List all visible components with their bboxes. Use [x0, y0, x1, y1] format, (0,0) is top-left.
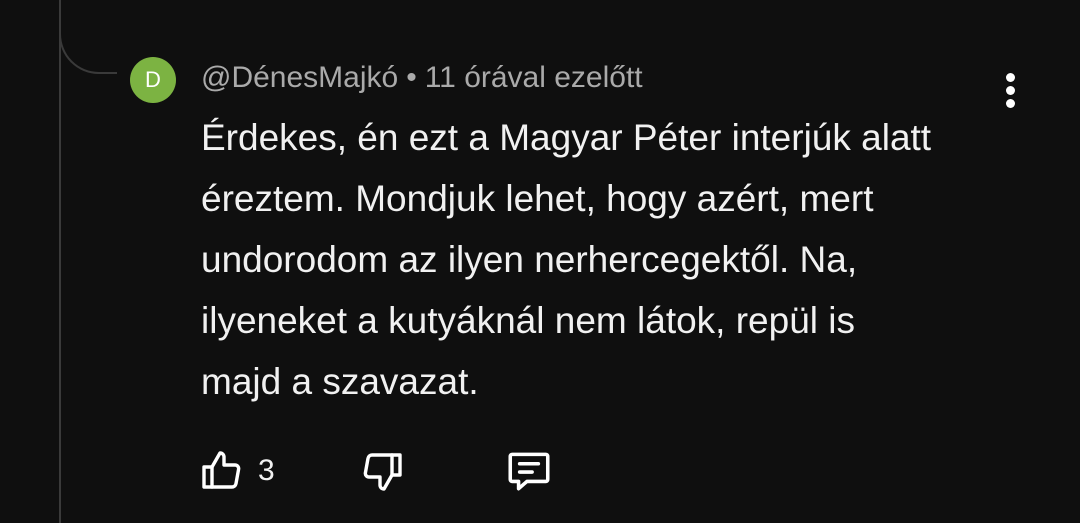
thread-line [59, 0, 61, 523]
comment-line: ilyeneket a kutyáknál nem látok, repül i… [201, 300, 856, 341]
like-count: 3 [258, 454, 275, 487]
like-button[interactable]: 3 [198, 443, 275, 499]
more-vertical-icon [1006, 73, 1015, 82]
thumbs-down-icon [358, 447, 406, 495]
more-options-button[interactable] [996, 70, 1028, 110]
thread-connector [59, 0, 117, 74]
comment-line: undorodom az ilyen nerhercegektől. Na, [201, 239, 858, 280]
dislike-button[interactable] [358, 443, 406, 499]
comment-text: Érdekes, én ezt a Magyar Péter interjúk … [201, 107, 1021, 412]
comment-line: majd a szavazat. [201, 361, 479, 402]
meta-separator: • [406, 61, 417, 94]
avatar[interactable]: D [130, 57, 176, 103]
comment-reply-screen: D @DénesMajkó • 11 órával ezelőtt Érdekes,… [0, 0, 1080, 523]
comment-meta: @DénesMajkó • 11 órával ezelőtt [201, 58, 643, 98]
comment-line: éreztem. Mondjuk lehet, hogy azért, mert [201, 178, 874, 219]
comment-time: 11 órával ezelőtt [424, 61, 643, 94]
avatar-letter: D [145, 67, 161, 92]
reply-button[interactable] [504, 443, 554, 499]
comment-line: Érdekes, én ezt a Magyar Péter interjúk … [201, 117, 932, 158]
author-name[interactable]: @DénesMajkó [201, 61, 398, 94]
more-vertical-icon-dot [1006, 86, 1015, 95]
thumbs-up-icon [198, 447, 246, 495]
reply-comment-icon [504, 446, 554, 496]
